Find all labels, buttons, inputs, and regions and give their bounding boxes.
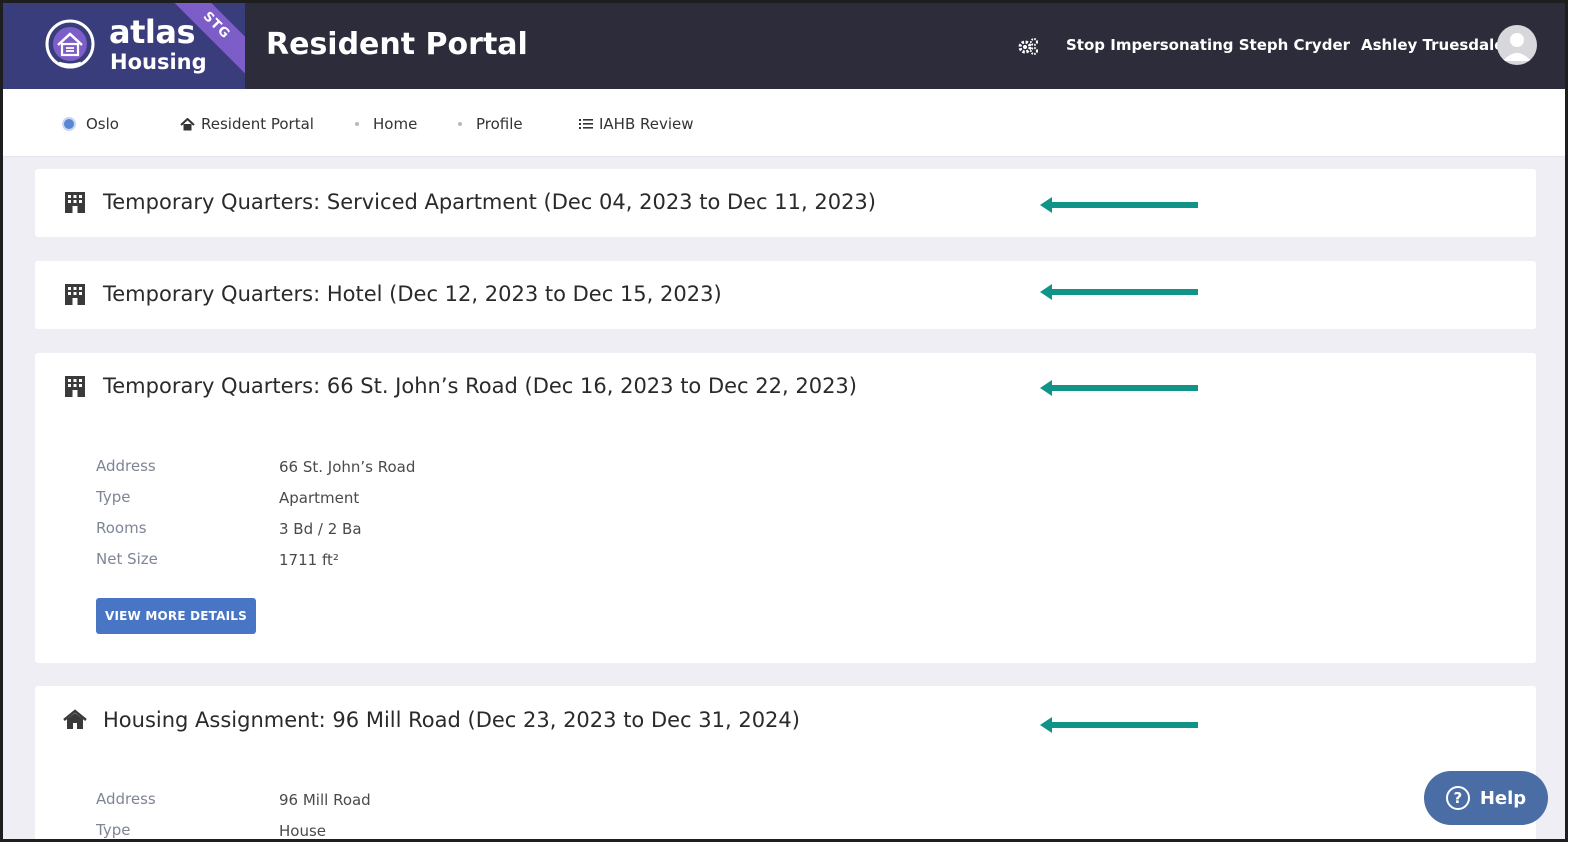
nav-item-label: IAHB Review: [599, 115, 694, 133]
detail-value-rooms: 3 Bd / 2 Ba: [279, 520, 362, 538]
card-title: Housing Assignment: 96 Mill Road (Dec 23…: [103, 708, 800, 732]
card-title: Temporary Quarters: 66 St. John’s Road (…: [103, 374, 857, 398]
card-header: Temporary Quarters: Hotel (Dec 12, 2023 …: [63, 282, 722, 306]
arrow-left-icon: [1040, 197, 1198, 213]
card-title: Temporary Quarters: Serviced Apartment (…: [103, 190, 876, 214]
arrow-left-icon: [1040, 284, 1198, 300]
house-icon: [63, 709, 87, 729]
card-title: Temporary Quarters: Hotel (Dec 12, 2023 …: [103, 282, 722, 306]
detail-value-net-size: 1711 ft²: [279, 551, 339, 569]
breadcrumb-nav: Oslo Resident Portal Home Profile IAHB R…: [3, 89, 1565, 157]
nav-item-home[interactable]: Home: [355, 115, 417, 133]
logo-house-globe-icon: [45, 19, 95, 69]
app-frame: atlas Housing STG Resident Portal Stop I…: [0, 0, 1568, 842]
page-title: Resident Portal: [266, 27, 528, 62]
building-icon: [65, 192, 85, 213]
list-icon: [579, 119, 593, 129]
nav-location-oslo[interactable]: Oslo: [62, 115, 119, 133]
detail-label-net-size: Net Size: [96, 550, 158, 568]
stop-impersonating-link[interactable]: Stop Impersonating Steph Cryder: [1066, 36, 1350, 54]
question-circle-icon: ?: [1445, 786, 1470, 810]
user-name[interactable]: Ashley Truesdale: [1361, 36, 1504, 54]
location-dot-icon: [62, 117, 76, 131]
home-icon: [180, 117, 195, 130]
user-avatar-icon: [1503, 33, 1531, 61]
top-header: atlas Housing STG Resident Portal Stop I…: [3, 3, 1565, 89]
help-label: Help: [1479, 787, 1527, 809]
nav-item-profile[interactable]: Profile: [458, 115, 523, 133]
detail-label-address: Address: [96, 457, 156, 475]
logo-housing-text: Housing: [110, 50, 207, 74]
card-temporary-quarters-st-johns-road: Temporary Quarters: 66 St. John’s Road (…: [35, 353, 1536, 663]
nav-location-label: Oslo: [86, 115, 119, 133]
detail-label-address: Address: [96, 790, 156, 808]
detail-label-rooms: Rooms: [96, 519, 147, 537]
card-temporary-quarters-serviced-apartment[interactable]: Temporary Quarters: Serviced Apartment (…: [35, 169, 1536, 237]
detail-label-type: Type: [96, 488, 131, 506]
nav-item-label: Resident Portal: [201, 115, 314, 133]
view-more-details-button[interactable]: VIEW MORE DETAILS: [96, 598, 256, 634]
help-button[interactable]: ? Help: [1424, 771, 1548, 825]
card-header[interactable]: Temporary Quarters: 66 St. John’s Road (…: [63, 374, 857, 398]
detail-value-address: 66 St. John’s Road: [279, 458, 416, 476]
detail-value-type: Apartment: [279, 489, 360, 507]
atlas-housing-logo[interactable]: atlas Housing STG: [3, 3, 245, 89]
logo-atlas-text: atlas: [109, 13, 196, 51]
nav-item-label: Profile: [476, 115, 523, 133]
detail-value-address: 96 Mill Road: [279, 791, 371, 809]
detail-label-type: Type: [96, 821, 131, 839]
building-icon: [65, 284, 85, 305]
nav-item-iahb-review[interactable]: IAHB Review: [579, 115, 694, 133]
detail-value-type: House: [279, 822, 327, 840]
card-header: Temporary Quarters: Serviced Apartment (…: [63, 190, 876, 214]
dot-icon: [458, 122, 462, 126]
card-temporary-quarters-hotel[interactable]: Temporary Quarters: Hotel (Dec 12, 2023 …: [35, 261, 1536, 329]
building-icon: [65, 376, 85, 397]
nav-item-label: Home: [373, 115, 418, 133]
gears-icon[interactable]: [1017, 36, 1039, 56]
arrow-left-icon: [1040, 380, 1198, 396]
dot-icon: [355, 122, 359, 126]
arrow-left-icon: [1040, 717, 1198, 733]
avatar[interactable]: [1497, 25, 1537, 65]
nav-item-resident-portal[interactable]: Resident Portal: [180, 115, 314, 133]
card-housing-assignment-mill-road: Housing Assignment: 96 Mill Road (Dec 23…: [35, 686, 1536, 840]
card-header[interactable]: Housing Assignment: 96 Mill Road (Dec 23…: [63, 708, 800, 732]
